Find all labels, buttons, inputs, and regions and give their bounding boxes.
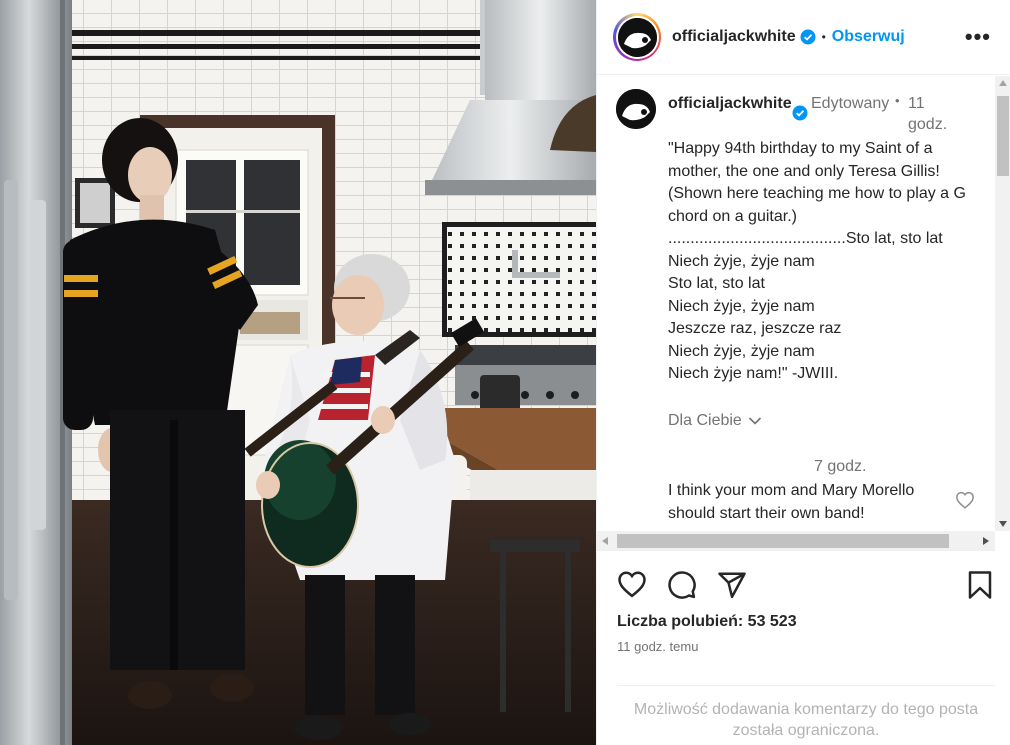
caption-avatar[interactable] bbox=[616, 89, 656, 129]
for-you-label: Dla Ciebie bbox=[668, 412, 742, 429]
caption-line: ........................................… bbox=[668, 230, 943, 247]
caption-line: Niech żyje nam!" -JWIII. bbox=[668, 365, 839, 382]
caption-line: Niech żyje, żyje nam bbox=[668, 252, 815, 270]
caption-line: Jeszcze raz, jeszcze raz bbox=[668, 320, 842, 337]
post-details-panel: officialjackwhite • Obserwuj ••• officia… bbox=[596, 0, 1010, 745]
vertical-scroll-thumb[interactable] bbox=[997, 96, 1009, 176]
verified-badge-icon bbox=[792, 105, 808, 126]
header-username[interactable]: officialjackwhite bbox=[672, 28, 796, 46]
comment-time[interactable]: 7 godz. bbox=[814, 458, 866, 476]
horizontal-scrollbar[interactable] bbox=[597, 531, 995, 551]
scrollbar-corner bbox=[995, 531, 1010, 551]
likes-count[interactable]: Liczba polubień: 53 523 bbox=[617, 613, 797, 631]
more-options-icon[interactable]: ••• bbox=[965, 24, 991, 50]
chevron-down-icon bbox=[748, 417, 761, 425]
post-header: officialjackwhite • Obserwuj ••• bbox=[597, 0, 1010, 75]
edited-label: Edytowany bbox=[811, 95, 890, 112]
bookmark-icon[interactable] bbox=[967, 570, 993, 605]
caption-time[interactable]: 11 godz. bbox=[908, 93, 958, 135]
comments-restricted-notice: Możliwość dodawania komentarzy do tego p… bbox=[617, 685, 995, 741]
follow-button[interactable]: Obserwuj bbox=[832, 28, 905, 46]
comment-text: I think your mom and Mary Morello should… bbox=[668, 482, 915, 522]
vertical-scrollbar[interactable] bbox=[995, 76, 1010, 531]
heart-icon[interactable] bbox=[617, 570, 647, 603]
verified-badge-icon bbox=[800, 29, 816, 45]
post-timestamp[interactable]: 11 godz. temu bbox=[617, 639, 698, 654]
caption-username[interactable]: officialjackwhite bbox=[668, 93, 794, 114]
scroll-left-arrow-icon[interactable] bbox=[602, 537, 608, 545]
scroll-right-arrow-icon[interactable] bbox=[983, 537, 989, 545]
caption-line: Niech żyje, żyje nam bbox=[668, 297, 815, 315]
scroll-up-arrow-icon[interactable] bbox=[999, 80, 1007, 86]
caption-separator: • bbox=[895, 93, 900, 108]
scroll-down-arrow-icon[interactable] bbox=[999, 521, 1007, 527]
comments-list[interactable]: officialjackwhite Edytowany • 11 godz. "… bbox=[597, 76, 995, 531]
avatar bbox=[617, 17, 657, 57]
caption-line: Sto lat, sto lat bbox=[668, 275, 765, 292]
caption-text: "Happy 94th birthday to my Saint of a mo… bbox=[668, 138, 983, 386]
caption-line: Niech żyje, żyje nam bbox=[668, 342, 815, 360]
comment-icon[interactable] bbox=[667, 570, 697, 605]
horizontal-scroll-thumb[interactable] bbox=[617, 534, 949, 548]
heart-icon[interactable] bbox=[955, 491, 975, 514]
photo-kitchen-scene bbox=[0, 0, 596, 745]
post-photo[interactable] bbox=[0, 0, 596, 745]
for-you-toggle[interactable]: Dla Ciebie bbox=[668, 412, 762, 430]
story-ring[interactable] bbox=[613, 13, 661, 61]
share-icon[interactable] bbox=[717, 570, 747, 605]
caption-line: "Happy 94th birthday to my Saint of a mo… bbox=[668, 140, 966, 225]
header-separator: • bbox=[821, 30, 826, 44]
action-bar bbox=[597, 552, 1010, 612]
